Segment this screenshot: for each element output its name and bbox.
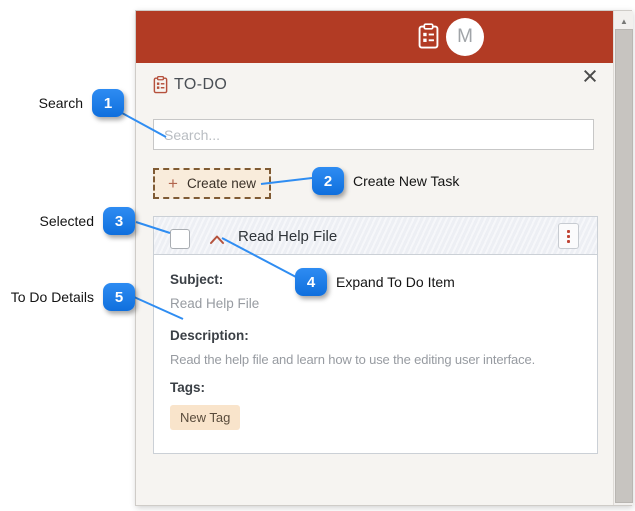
subject-value: Read Help File — [170, 296, 260, 311]
callout-expand-todo-item: 4 Expand To Do Item — [295, 268, 455, 296]
callout-badge-5[interactable]: 5 — [103, 283, 135, 311]
callout-badge-4[interactable]: 4 — [295, 268, 327, 296]
create-new-label: Create new — [186, 176, 256, 191]
callout-selected: Selected 3 — [0, 207, 135, 235]
scrollbar[interactable]: ▲ — [613, 11, 633, 505]
kebab-menu-button[interactable] — [558, 223, 579, 249]
help-screenshot: M ▲ × TO-DO + Create new — [0, 0, 635, 511]
callout-label: To Do Details — [10, 289, 94, 305]
callout-badge-2[interactable]: 2 — [312, 167, 344, 195]
search-input[interactable] — [153, 119, 594, 150]
callout-badge-3[interactable]: 3 — [103, 207, 135, 235]
plus-icon: + — [168, 174, 178, 193]
scroll-up-icon[interactable]: ▲ — [614, 13, 634, 29]
callout-label: Search — [38, 95, 83, 111]
todo-item-header[interactable]: Read Help File — [154, 217, 597, 255]
close-icon[interactable]: × — [576, 63, 604, 91]
page-title: TO-DO — [174, 76, 228, 93]
tags-label: Tags: — [170, 380, 206, 395]
panel-title-row: TO-DO — [153, 75, 228, 94]
todo-item-card: Read Help File Subject: Read Help File D… — [153, 216, 598, 454]
clipboard-icon[interactable] — [418, 23, 439, 50]
callout-badge-1[interactable]: 1 — [92, 89, 124, 117]
callout-todo-details: To Do Details 5 — [0, 283, 135, 311]
description-value: Read the help file and learn how to use … — [170, 352, 536, 367]
scrollbar-thumb[interactable] — [615, 29, 633, 503]
create-new-button[interactable]: + Create new — [153, 168, 271, 199]
todo-panel: M ▲ × TO-DO + Create new — [135, 10, 633, 506]
description-label: Description: — [170, 328, 249, 343]
callout-create-new-task: 2 Create New Task — [312, 167, 459, 195]
panel-header-bar: M — [136, 11, 613, 63]
callout-label: Create New Task — [353, 173, 460, 189]
chevron-up-icon[interactable] — [209, 232, 225, 244]
avatar[interactable]: M — [446, 18, 484, 56]
task-title: Read Help File — [238, 228, 338, 245]
callout-label: Selected — [39, 213, 94, 229]
todo-clipboard-icon — [153, 75, 168, 94]
task-checkbox[interactable] — [170, 229, 190, 249]
callout-search: Search 1 — [0, 89, 124, 117]
tag-chip[interactable]: New Tag — [170, 405, 241, 430]
kebab-menu-icon — [567, 229, 570, 233]
callout-label: Expand To Do Item — [336, 274, 455, 290]
